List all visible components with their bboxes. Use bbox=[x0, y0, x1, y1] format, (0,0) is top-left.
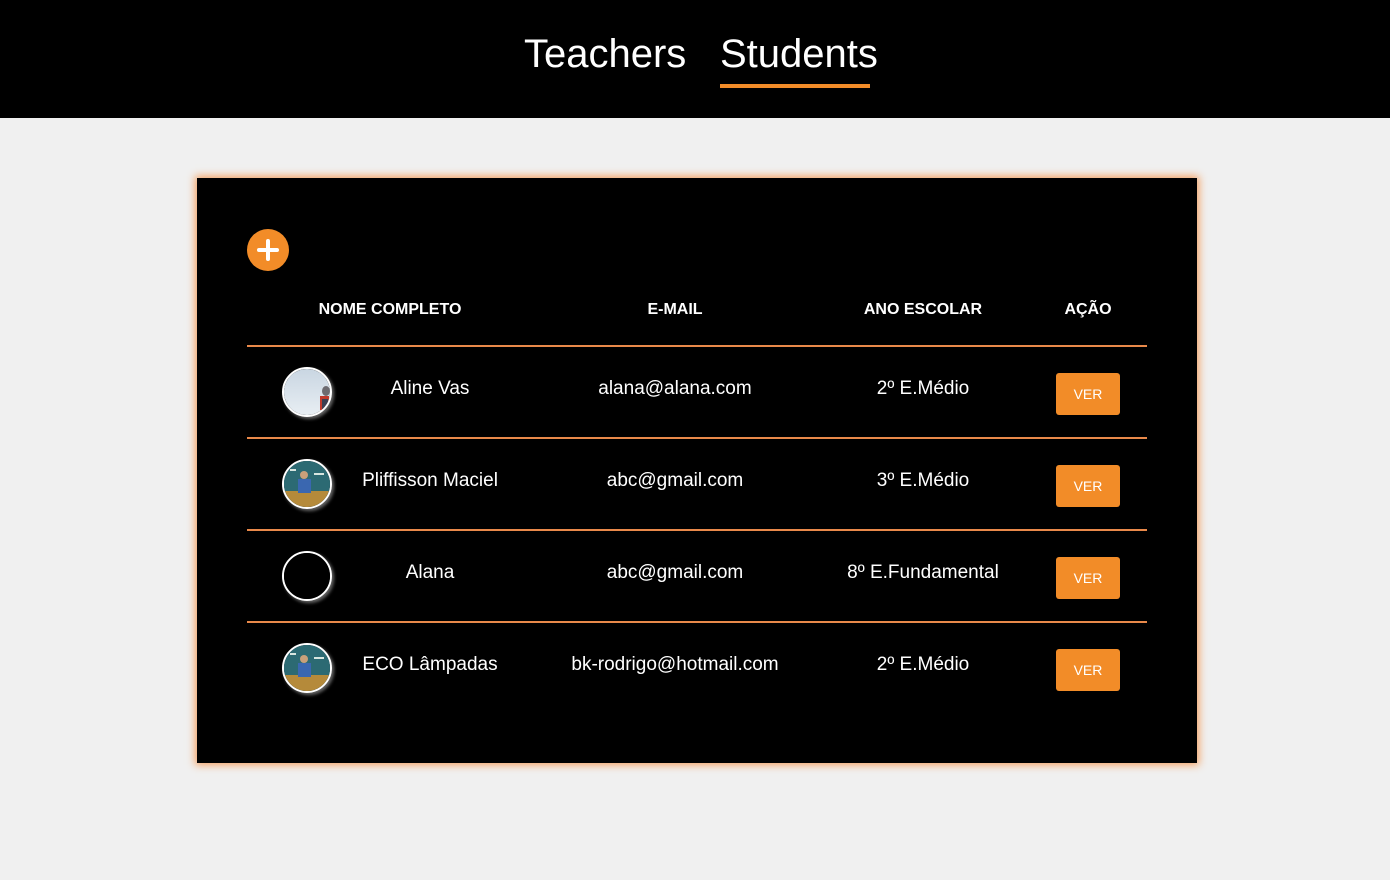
avatar-photo-icon bbox=[284, 645, 330, 691]
column-header-name: NOME COMPLETO bbox=[318, 301, 462, 318]
student-name: ECO Lâmpadas bbox=[362, 654, 498, 675]
avatar-empty-icon bbox=[284, 553, 330, 599]
tab-students-label: Students bbox=[720, 32, 878, 76]
student-year: 3º E.Médio bbox=[876, 470, 970, 491]
table-row: Pliffisson Maciel abc@gmail.com 3º E.Méd… bbox=[247, 439, 1147, 531]
column-header-action: AÇÃO bbox=[1064, 301, 1112, 318]
student-name: Aline Vas bbox=[390, 378, 470, 399]
student-year: 2º E.Médio bbox=[876, 378, 970, 399]
view-student-button[interactable]: VER bbox=[1056, 557, 1120, 599]
avatar-photo-icon bbox=[284, 461, 330, 507]
avatar bbox=[282, 551, 332, 601]
view-student-button[interactable]: VER bbox=[1056, 373, 1120, 415]
student-name: Alana bbox=[405, 562, 455, 583]
avatar bbox=[282, 459, 332, 509]
top-nav: Teachers Students bbox=[0, 0, 1390, 118]
student-name: Pliffisson Maciel bbox=[362, 470, 498, 491]
table-row: Alana abc@gmail.com 8º E.Fundamental VER bbox=[247, 531, 1147, 623]
tab-teachers[interactable]: Teachers bbox=[524, 30, 686, 88]
table-row: ECO Lâmpadas bk-rodrigo@hotmail.com 2º E… bbox=[247, 623, 1147, 715]
tab-students[interactable]: Students bbox=[720, 30, 878, 88]
avatar bbox=[282, 643, 332, 693]
column-header-year: ANO ESCOLAR bbox=[863, 301, 983, 318]
tab-teachers-label: Teachers bbox=[524, 32, 687, 76]
student-year: 2º E.Médio bbox=[876, 654, 970, 675]
add-student-button[interactable] bbox=[247, 229, 289, 271]
active-tab-indicator bbox=[720, 84, 870, 88]
students-panel: NOME COMPLETO E-MAIL ANO ESCOLAR AÇÃO Al… bbox=[197, 178, 1197, 763]
column-header-email: E-MAIL bbox=[647, 301, 703, 318]
avatar-photo-icon bbox=[284, 369, 330, 415]
view-student-button[interactable]: VER bbox=[1056, 649, 1120, 691]
table-row: Aline Vas alana@alana.com 2º E.Médio VER bbox=[247, 347, 1147, 439]
student-year: 8º E.Fundamental bbox=[847, 562, 999, 583]
avatar bbox=[282, 367, 332, 417]
view-student-button[interactable]: VER bbox=[1056, 465, 1120, 507]
